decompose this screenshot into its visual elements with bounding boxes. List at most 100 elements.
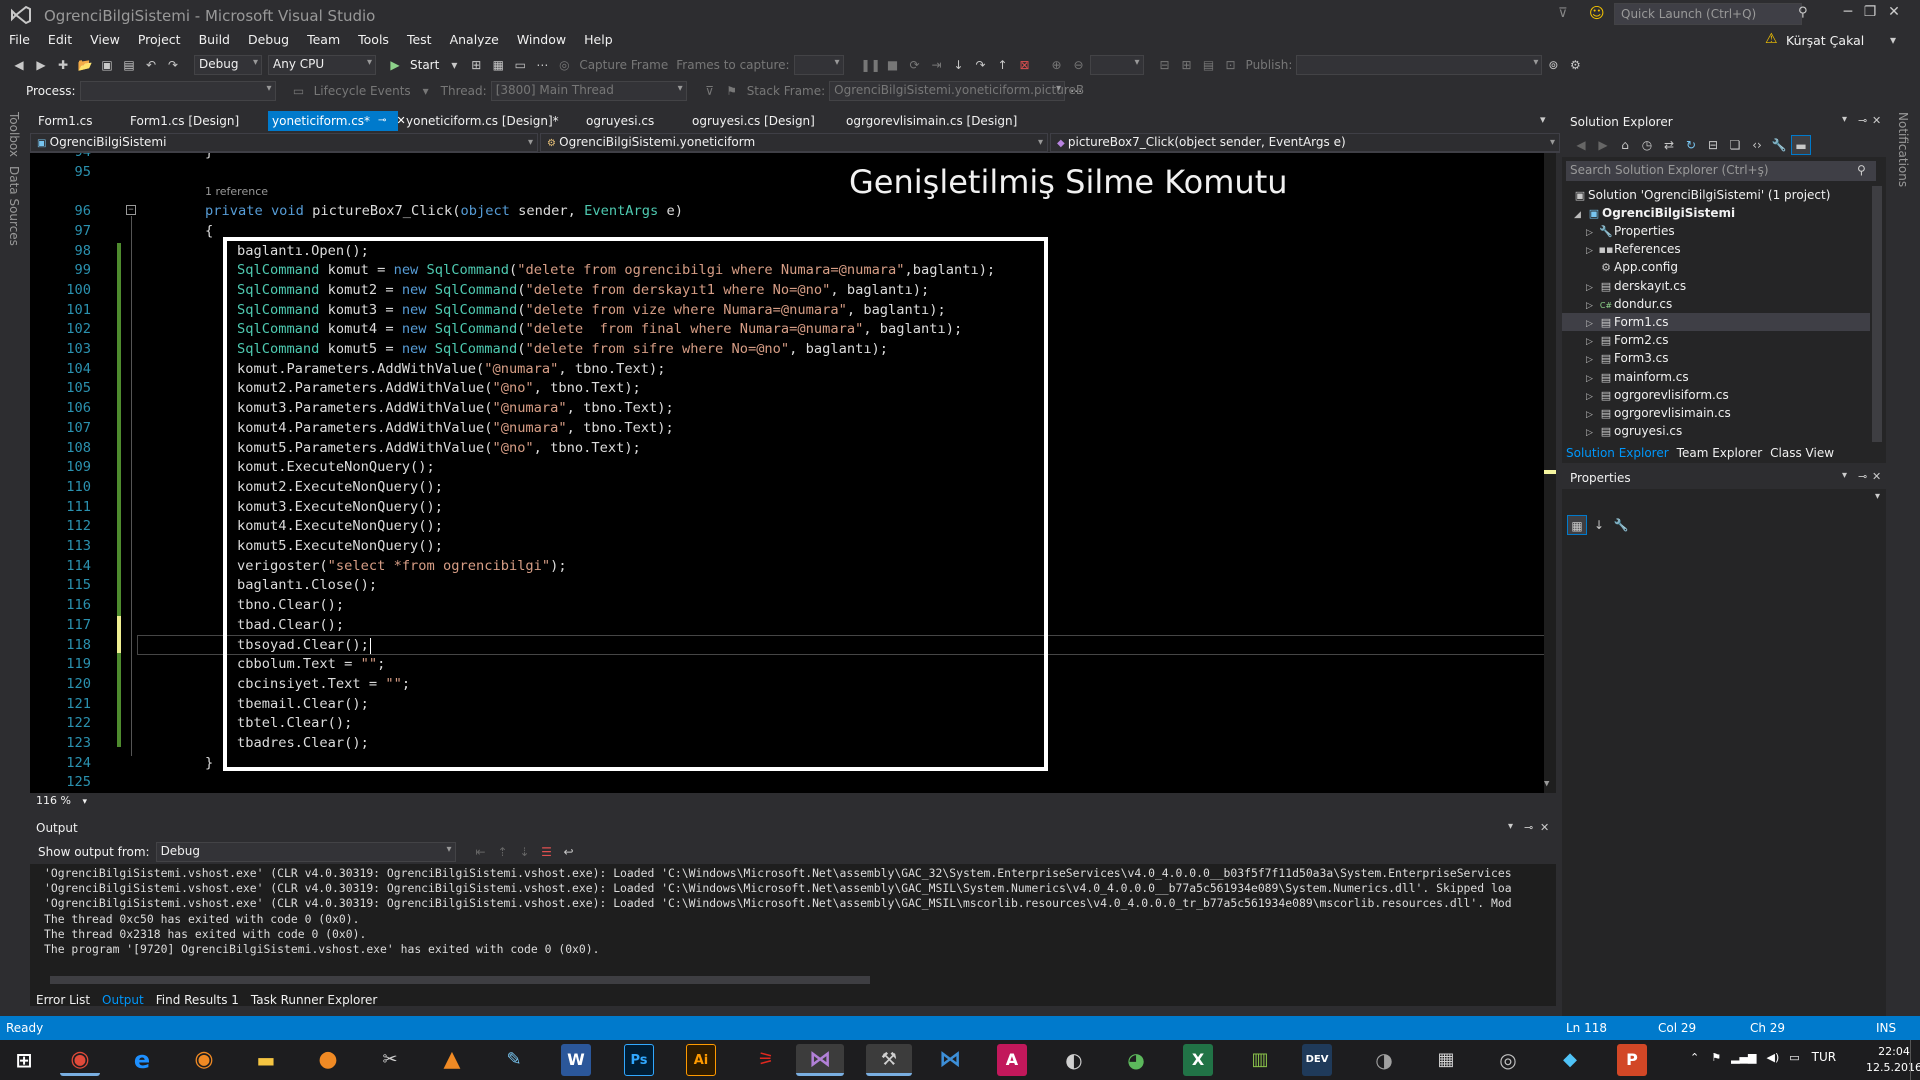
code-line[interactable]: } bbox=[205, 153, 213, 163]
categorized-icon[interactable]: ▦ bbox=[1567, 515, 1587, 535]
menu-team[interactable]: Team bbox=[298, 30, 349, 50]
tab-yoneticiform-cs[interactable]: yoneticiform.cs* ⊸ ✕ bbox=[268, 111, 406, 131]
tray-flag-icon[interactable]: ⚑ bbox=[1711, 1051, 1721, 1064]
frames-to-capture-select[interactable] bbox=[793, 55, 844, 75]
powerpoint-icon[interactable]: P bbox=[1617, 1044, 1647, 1076]
disc-app-icon[interactable]: ◎ bbox=[1488, 1044, 1528, 1076]
panel-dropdown-icon[interactable]: ▾ bbox=[1842, 114, 1847, 125]
zoom-in-icon[interactable]: ⊕ bbox=[1047, 55, 1067, 75]
undo-icon[interactable]: ↶ bbox=[141, 55, 161, 75]
show-next-statement-icon[interactable]: ⇥ bbox=[927, 55, 947, 75]
configuration-select[interactable]: Debug bbox=[194, 55, 262, 75]
close-icon[interactable]: ✕ bbox=[1884, 4, 1904, 24]
menu-test[interactable]: Test bbox=[398, 30, 441, 50]
media-player-icon[interactable]: ◑ bbox=[1364, 1044, 1404, 1076]
menu-debug[interactable]: Debug bbox=[239, 30, 298, 50]
menu-edit[interactable]: Edit bbox=[39, 30, 81, 50]
tab-ogruyesi-design[interactable]: ogruyesi.cs [Design] bbox=[688, 111, 819, 131]
forward-icon[interactable]: ▶ bbox=[1593, 135, 1613, 155]
output-source-select[interactable]: Debug bbox=[155, 842, 456, 862]
capture-frame-button[interactable]: Capture Frame bbox=[579, 58, 668, 72]
thread-select[interactable]: [3800] Main Thread bbox=[490, 81, 687, 101]
tools-app-icon[interactable]: ⚒ bbox=[866, 1044, 912, 1076]
tree-item[interactable]: ⚙ App.config bbox=[1586, 258, 1678, 276]
home-icon[interactable]: ⌂ bbox=[1615, 135, 1635, 155]
menu-analyze[interactable]: Analyze bbox=[441, 30, 508, 50]
tree-item[interactable]: ▷ ▤ ogruyesi.cs bbox=[1586, 422, 1682, 440]
tree-solution[interactable]: ▣ Solution 'OgrenciBilgiSistemi' (1 proje… bbox=[1572, 186, 1831, 204]
show-all-files-icon[interactable]: ❏ bbox=[1725, 135, 1745, 155]
collapse-all-icon[interactable]: ⊟ bbox=[1703, 135, 1723, 155]
distribute-icon[interactable]: ⊞ bbox=[1177, 55, 1197, 75]
tree-item[interactable]: ▷ ▪▪References bbox=[1586, 240, 1681, 258]
tray-battery-icon[interactable]: ▭ bbox=[1789, 1051, 1799, 1064]
forward-icon[interactable]: ▶ bbox=[31, 55, 51, 75]
preview-selected-icon[interactable]: ▬ bbox=[1791, 135, 1811, 155]
paint-icon[interactable]: ✎ bbox=[494, 1044, 534, 1076]
stack-frame-select[interactable]: OgrenciBilgiSistemi.yoneticiform.picture… bbox=[829, 81, 1084, 101]
size-icon[interactable]: ▤ bbox=[1199, 55, 1219, 75]
chrome-icon[interactable]: ◉ bbox=[60, 1044, 100, 1076]
panel-dropdown-icon[interactable]: ▾ bbox=[1842, 470, 1847, 481]
notifications-tab[interactable]: Notifications bbox=[1896, 112, 1910, 187]
photoshop-icon[interactable]: Ps bbox=[624, 1044, 654, 1076]
tree-project[interactable]: ◢ ▣ OgrenciBilgiSistemi bbox=[1574, 204, 1735, 222]
back-icon[interactable]: ◀ bbox=[9, 55, 29, 75]
pin-panel-icon[interactable]: ⊸ bbox=[1524, 821, 1533, 834]
tab-form1-cs[interactable]: Form1.cs bbox=[34, 111, 97, 131]
menu-project[interactable]: Project bbox=[129, 30, 190, 50]
close-panel-icon[interactable]: ✕ bbox=[1872, 470, 1881, 483]
file-explorer-icon[interactable]: ▬ bbox=[246, 1044, 286, 1076]
close-panel-icon[interactable]: ✕ bbox=[1540, 821, 1549, 834]
vlc-icon[interactable]: ▲ bbox=[432, 1044, 472, 1076]
chart-app-icon[interactable]: ▥ bbox=[1240, 1044, 1280, 1076]
back-icon[interactable]: ◀ bbox=[1571, 135, 1591, 155]
illustrator-icon[interactable]: Ai bbox=[686, 1044, 716, 1076]
new-project-icon[interactable]: ✚ bbox=[53, 55, 73, 75]
layout-icon[interactable]: ▭ bbox=[510, 55, 530, 75]
notes-app-icon[interactable]: ◆ bbox=[1550, 1044, 1590, 1076]
search-icon[interactable]: ⚲ bbox=[1857, 163, 1866, 177]
diagnostic-icon[interactable]: ▦ bbox=[488, 55, 508, 75]
dev-app-icon[interactable]: DEV bbox=[1302, 1044, 1332, 1076]
menu-help[interactable]: Help bbox=[575, 30, 622, 50]
media-app-icon[interactable]: ● bbox=[308, 1044, 348, 1076]
tab-ogruyesi-cs[interactable]: ogruyesi.cs bbox=[582, 111, 658, 131]
tree-item[interactable]: ▷ ▤ mainform.cs bbox=[1586, 368, 1689, 386]
tray-language[interactable]: TUR bbox=[1812, 1050, 1836, 1064]
word-wrap-icon[interactable]: ↩ bbox=[559, 842, 579, 862]
calculator-icon[interactable]: ▦ bbox=[1426, 1044, 1466, 1076]
properties-wrench-icon[interactable]: 🔧 bbox=[1769, 135, 1789, 155]
tab-form1-design[interactable]: Form1.cs [Design] bbox=[126, 111, 243, 131]
quick-launch-input[interactable]: Quick Launch (Ctrl+Q) bbox=[1614, 3, 1802, 25]
code-editor[interactable]: 9495 96 97 98 99 100 101 102 103 104 105 106 107 108 1… bbox=[30, 153, 1556, 793]
pause-icon[interactable]: ❚❚ bbox=[861, 55, 881, 75]
zoom-select[interactable] bbox=[1089, 55, 1144, 75]
properties-object-select[interactable]: ▾ bbox=[1566, 491, 1882, 507]
refresh-icon[interactable]: ↻ bbox=[1681, 135, 1701, 155]
lifecycle-events-button[interactable]: Lifecycle Events bbox=[314, 84, 411, 98]
view-code-icon[interactable]: ‹› bbox=[1747, 135, 1767, 155]
quick-launch-search-icon[interactable]: ⚲ bbox=[1798, 5, 1808, 20]
menu-window[interactable]: Window bbox=[508, 30, 575, 50]
tree-item[interactable]: ▷ 🔧Properties bbox=[1586, 222, 1675, 240]
settings-gear-icon[interactable]: ⚙ bbox=[1565, 55, 1585, 75]
tab-error-list[interactable]: Error List bbox=[30, 990, 96, 1010]
pin-panel-icon[interactable]: ⊸ bbox=[1858, 470, 1867, 483]
acrobat-icon[interactable]: ⚞ bbox=[746, 1044, 786, 1076]
step-into-icon[interactable]: ↓ bbox=[949, 55, 969, 75]
menu-build[interactable]: Build bbox=[190, 30, 239, 50]
property-pages-icon[interactable]: 🔧 bbox=[1611, 515, 1631, 535]
find-message-icon[interactable]: ⇤ bbox=[471, 842, 491, 862]
tree-item[interactable]: ▷ C# dondur.cs bbox=[1586, 295, 1672, 313]
go-to-previous-icon[interactable]: ⇡ bbox=[493, 842, 513, 862]
excel-icon[interactable]: X bbox=[1183, 1044, 1213, 1076]
account-dropdown-icon[interactable]: ▾ bbox=[1890, 33, 1896, 47]
lifecycle-dropdown-icon[interactable]: ▾ bbox=[416, 81, 436, 101]
code-line[interactable]: private void pictureBox7_Click(object se… bbox=[205, 202, 683, 222]
sync-icon[interactable]: ⇄ bbox=[1659, 135, 1679, 155]
warning-icon[interactable]: ⚠ bbox=[1765, 31, 1778, 47]
tree-item[interactable]: ▷ ▤ ogrgorevlisimain.cs bbox=[1586, 404, 1731, 422]
tree-vertical-scrollbar[interactable] bbox=[1872, 186, 1882, 442]
tree-item[interactable]: ▷ ▤ Form2.cs bbox=[1586, 331, 1669, 349]
